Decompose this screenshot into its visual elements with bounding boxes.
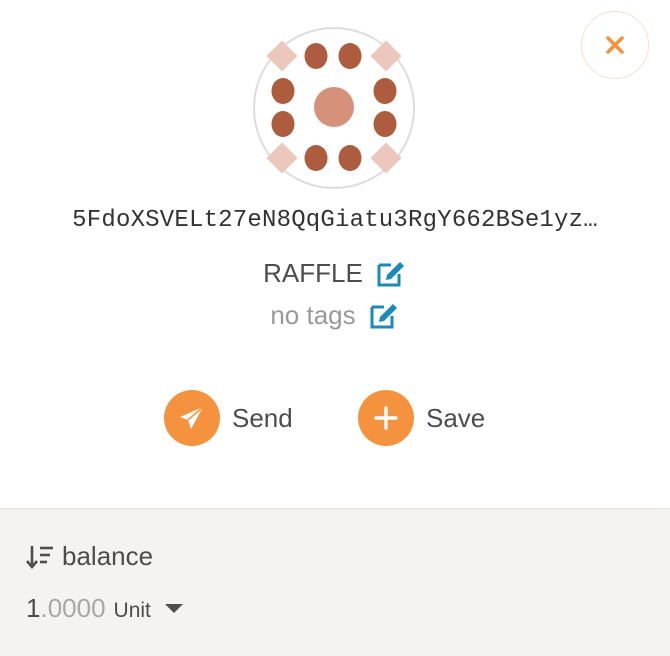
send-icon-circle	[164, 390, 220, 446]
balance-integer: 1	[26, 593, 41, 623]
edit-icon[interactable]	[375, 257, 407, 289]
account-name: RAFFLE	[263, 257, 363, 288]
send-label: Send	[232, 402, 293, 433]
account-address[interactable]: 5FdoXSVELt27eN8QqGiatu3RgY662BSe1yz…	[0, 207, 670, 234]
account-name-row: RAFFLE	[0, 257, 670, 289]
account-header: 5FdoXSVELt27eN8QqGiatu3RgY662BSe1yz… RAF…	[0, 0, 670, 508]
save-label: Save	[426, 402, 486, 433]
close-icon	[606, 36, 624, 54]
balance-decimals: .0000	[40, 593, 106, 623]
balance-sort-toggle[interactable]: balance	[26, 541, 153, 572]
account-card: 5FdoXSVELt27eN8QqGiatu3RgY662BSe1yz… RAF…	[0, 0, 670, 656]
plus-icon	[374, 406, 398, 430]
caret-down-icon	[164, 604, 183, 613]
edit-tags-icon[interactable]	[368, 299, 400, 331]
save-button[interactable]: Save	[358, 390, 485, 446]
account-tags-row: no tags	[0, 299, 670, 331]
account-tags: no tags	[270, 299, 356, 330]
balance-section: balance 1 .0000 Unit	[0, 508, 670, 656]
close-button[interactable]	[581, 11, 649, 79]
balance-dropdown[interactable]: 1 .0000 Unit	[26, 593, 183, 624]
paper-plane-icon	[180, 406, 204, 429]
balance-sort-label: balance	[62, 541, 154, 571]
send-button[interactable]: Send	[164, 390, 293, 446]
balance-unit: Unit	[113, 599, 151, 622]
save-icon-circle	[358, 390, 414, 446]
sort-descending-icon	[26, 545, 53, 569]
account-identicon[interactable]	[252, 26, 416, 190]
account-actions: Send Save	[0, 390, 670, 448]
